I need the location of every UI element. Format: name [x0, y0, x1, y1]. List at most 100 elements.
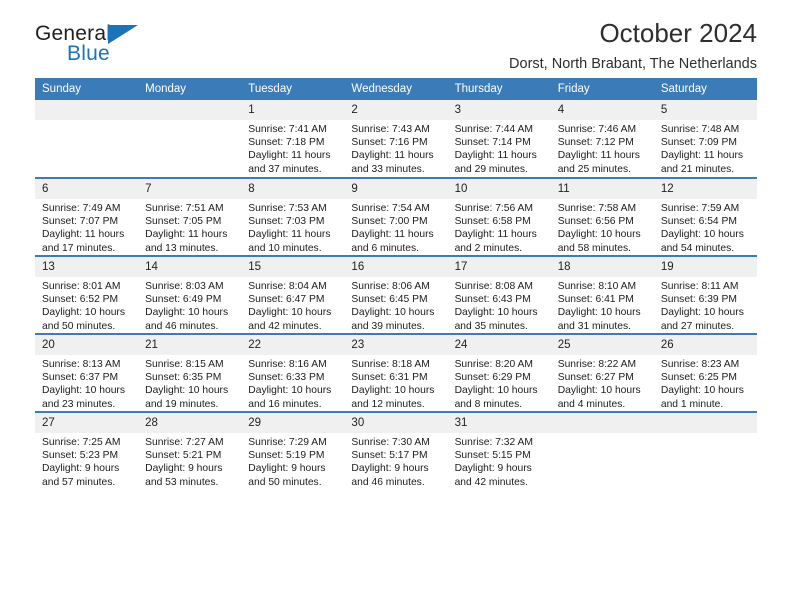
sunset-text: Sunset: 6:37 PM — [42, 372, 119, 384]
day-details: Sunrise: 8:20 AM Sunset: 6:29 PM Daylight:… — [448, 355, 551, 411]
calendar-day-cell[interactable]: 4 Sunrise: 7:46 AM Sunset: 7:12 PM Daylight… — [550, 100, 654, 178]
day-number: 21 — [138, 335, 242, 355]
day-number: 15 — [241, 257, 345, 277]
sunrise-text: Sunrise: 7:32 AM — [454, 437, 533, 448]
sunset-text: Sunset: 6:35 PM — [145, 372, 222, 384]
calendar-day-cell[interactable]: 2 Sunrise: 7:43 AM Sunset: 7:16 PM Daylight… — [344, 100, 448, 178]
sunset-text: Sunset: 6:52 PM — [42, 294, 119, 306]
weekday-header-sunday: Sunday — [35, 78, 139, 100]
day-number — [35, 100, 139, 120]
calendar-week-row: 6 Sunrise: 7:49 AM Sunset: 7:07 PM Daylight… — [35, 177, 757, 256]
calendar-day-cell[interactable]: 12 Sunrise: 7:59 AM Sunset: 6:54 PM Dayligh… — [653, 177, 757, 256]
sunset-text: Sunset: 6:47 PM — [248, 294, 325, 306]
daylight-text: Daylight: 10 hours and 35 minutes. — [454, 307, 538, 332]
sunset-text: Sunset: 7:03 PM — [248, 216, 325, 228]
day-number: 9 — [344, 179, 448, 199]
day-number: 11 — [550, 179, 654, 199]
day-details: Sunrise: 7:27 AM Sunset: 5:21 PM Daylight:… — [138, 433, 241, 489]
daylight-text: Daylight: 10 hours and 46 minutes. — [145, 307, 229, 332]
calendar-day-cell[interactable]: 14 Sunrise: 8:03 AM Sunset: 6:49 PM Dayligh… — [138, 255, 242, 334]
day-number — [138, 100, 242, 120]
general-blue-logo[interactable]: General Blue — [35, 22, 225, 72]
sunrise-text: Sunrise: 7:54 AM — [351, 203, 430, 214]
calendar-day-cell[interactable]: 24 Sunrise: 8:20 AM Sunset: 6:29 PM Dayligh… — [447, 333, 551, 412]
daylight-text: Daylight: 9 hours and 50 minutes. — [248, 463, 326, 488]
sunset-text: Sunset: 5:17 PM — [351, 450, 428, 462]
calendar-day-cell[interactable]: 19 Sunrise: 8:11 AM Sunset: 6:39 PM Dayligh… — [653, 255, 757, 334]
calendar-day-cell[interactable]: 27 Sunrise: 7:25 AM Sunset: 5:23 PM Dayligh… — [35, 411, 139, 490]
calendar-day-cell[interactable]: 7 Sunrise: 7:51 AM Sunset: 7:05 PM Daylight… — [138, 177, 242, 256]
day-details: Sunrise: 7:46 AM Sunset: 7:12 PM Daylight:… — [551, 120, 654, 176]
calendar-day-cell[interactable]: 8 Sunrise: 7:53 AM Sunset: 7:03 PM Daylight… — [241, 177, 345, 256]
day-details: Sunrise: 7:44 AM Sunset: 7:14 PM Daylight:… — [448, 120, 551, 176]
day-number: 7 — [138, 179, 242, 199]
calendar-day-cell[interactable]: 3 Sunrise: 7:44 AM Sunset: 7:14 PM Daylight… — [447, 100, 551, 178]
sunrise-text: Sunrise: 7:41 AM — [248, 124, 327, 135]
sunset-text: Sunset: 6:41 PM — [557, 294, 634, 306]
sunrise-text: Sunrise: 7:25 AM — [42, 437, 121, 448]
calendar-day-cell[interactable]: 25 Sunrise: 8:22 AM Sunset: 6:27 PM Dayligh… — [550, 333, 654, 412]
sunset-text: Sunset: 7:18 PM — [248, 137, 325, 149]
calendar-day-cell[interactable]: 5 Sunrise: 7:48 AM Sunset: 7:09 PM Daylight… — [653, 100, 757, 178]
day-details: Sunrise: 8:06 AM Sunset: 6:45 PM Daylight:… — [344, 277, 447, 333]
sunrise-text: Sunrise: 8:06 AM — [351, 281, 430, 292]
calendar-day-cell[interactable]: 1 Sunrise: 7:41 AM Sunset: 7:18 PM Daylight… — [241, 100, 345, 178]
calendar-day-cell[interactable]: 29 Sunrise: 7:29 AM Sunset: 5:19 PM Dayligh… — [241, 411, 345, 490]
sunrise-text: Sunrise: 8:22 AM — [557, 359, 637, 370]
sunrise-text: Sunrise: 8:13 AM — [42, 359, 121, 370]
daylight-text: Daylight: 10 hours and 4 minutes. — [557, 385, 641, 410]
calendar-day-cell[interactable]: 30 Sunrise: 7:30 AM Sunset: 5:17 PM Dayligh… — [344, 411, 448, 490]
sunset-text: Sunset: 6:25 PM — [660, 372, 737, 384]
day-number: 8 — [241, 179, 345, 199]
calendar-day-cell[interactable]: 26 Sunrise: 8:23 AM Sunset: 6:25 PM Dayligh… — [653, 333, 757, 412]
calendar-day-cell[interactable]: 23 Sunrise: 8:18 AM Sunset: 6:31 PM Dayligh… — [344, 333, 448, 412]
day-details: Sunrise: 7:54 AM Sunset: 7:00 PM Daylight:… — [344, 199, 447, 255]
calendar-day-cell[interactable]: 28 Sunrise: 7:27 AM Sunset: 5:21 PM Dayligh… — [138, 411, 242, 490]
day-details: Sunrise: 8:03 AM Sunset: 6:49 PM Daylight:… — [138, 277, 241, 333]
calendar-day-cell[interactable]: 10 Sunrise: 7:56 AM Sunset: 6:58 PM Dayligh… — [447, 177, 551, 256]
calendar-day-cell[interactable]: 22 Sunrise: 8:16 AM Sunset: 6:33 PM Dayligh… — [241, 333, 345, 412]
sunset-text: Sunset: 6:54 PM — [660, 216, 737, 228]
calendar-page: General Blue October 2024 Dorst, North B… — [0, 0, 792, 612]
calendar-day-cell[interactable]: 13 Sunrise: 8:01 AM Sunset: 6:52 PM Dayligh… — [35, 255, 139, 334]
sunrise-text: Sunrise: 8:01 AM — [42, 281, 121, 292]
daylight-text: Daylight: 9 hours and 57 minutes. — [42, 463, 120, 488]
sunrise-text: Sunrise: 7:53 AM — [248, 203, 327, 214]
day-number: 4 — [550, 100, 654, 120]
weekday-header-wednesday: Wednesday — [344, 78, 448, 100]
day-details: Sunrise: 8:01 AM Sunset: 6:52 PM Daylight:… — [35, 277, 138, 333]
calendar-day-cell[interactable]: 17 Sunrise: 8:08 AM Sunset: 6:43 PM Dayligh… — [447, 255, 551, 334]
calendar-day-cell[interactable]: 6 Sunrise: 7:49 AM Sunset: 7:07 PM Daylight… — [35, 177, 139, 256]
daylight-text: Daylight: 11 hours and 33 minutes. — [351, 150, 434, 175]
sunset-text: Sunset: 6:33 PM — [248, 372, 325, 384]
daylight-text: Daylight: 9 hours and 46 minutes. — [351, 463, 429, 488]
day-number — [653, 413, 757, 433]
calendar-cell-empty — [653, 411, 757, 490]
calendar-day-cell[interactable]: 16 Sunrise: 8:06 AM Sunset: 6:45 PM Dayligh… — [344, 255, 448, 334]
calendar-day-cell[interactable]: 11 Sunrise: 7:58 AM Sunset: 6:56 PM Dayligh… — [550, 177, 654, 256]
day-details: Sunrise: 7:49 AM Sunset: 7:07 PM Daylight:… — [35, 199, 138, 255]
daylight-text: Daylight: 10 hours and 54 minutes. — [660, 229, 744, 254]
daylight-text: Daylight: 10 hours and 50 minutes. — [42, 307, 125, 332]
daylight-text: Daylight: 10 hours and 23 minutes. — [42, 385, 125, 410]
day-number: 6 — [35, 179, 139, 199]
day-number: 16 — [344, 257, 448, 277]
day-details: Sunrise: 7:53 AM Sunset: 7:03 PM Daylight:… — [241, 199, 344, 255]
calendar-week-row: 13 Sunrise: 8:01 AM Sunset: 6:52 PM Dayligh… — [35, 255, 757, 334]
calendar-body: 1 Sunrise: 7:41 AM Sunset: 7:18 PM Daylight… — [35, 100, 757, 490]
daylight-text: Daylight: 11 hours and 17 minutes. — [42, 229, 125, 254]
sunrise-text: Sunrise: 7:43 AM — [351, 124, 430, 135]
calendar-day-cell[interactable]: 15 Sunrise: 8:04 AM Sunset: 6:47 PM Dayligh… — [241, 255, 345, 334]
day-details: Sunrise: 7:59 AM Sunset: 6:54 PM Daylight:… — [654, 199, 757, 255]
sunset-text: Sunset: 6:43 PM — [454, 294, 531, 306]
day-number: 30 — [344, 413, 448, 433]
calendar-day-cell[interactable]: 21 Sunrise: 8:15 AM Sunset: 6:35 PM Dayligh… — [138, 333, 242, 412]
calendar-day-cell[interactable]: 31 Sunrise: 7:32 AM Sunset: 5:15 PM Dayligh… — [447, 411, 551, 490]
day-number: 2 — [344, 100, 448, 120]
calendar-day-cell[interactable]: 9 Sunrise: 7:54 AM Sunset: 7:00 PM Daylight… — [344, 177, 448, 256]
calendar-day-cell[interactable]: 18 Sunrise: 8:10 AM Sunset: 6:41 PM Dayligh… — [550, 255, 654, 334]
triangle-icon — [108, 25, 138, 44]
calendar-week-row: 27 Sunrise: 7:25 AM Sunset: 5:23 PM Dayligh… — [35, 411, 757, 490]
calendar-day-cell[interactable]: 20 Sunrise: 8:13 AM Sunset: 6:37 PM Dayligh… — [35, 333, 139, 412]
calendar-header-row: Sunday Monday Tuesday Wednesday Thursday… — [35, 78, 757, 100]
